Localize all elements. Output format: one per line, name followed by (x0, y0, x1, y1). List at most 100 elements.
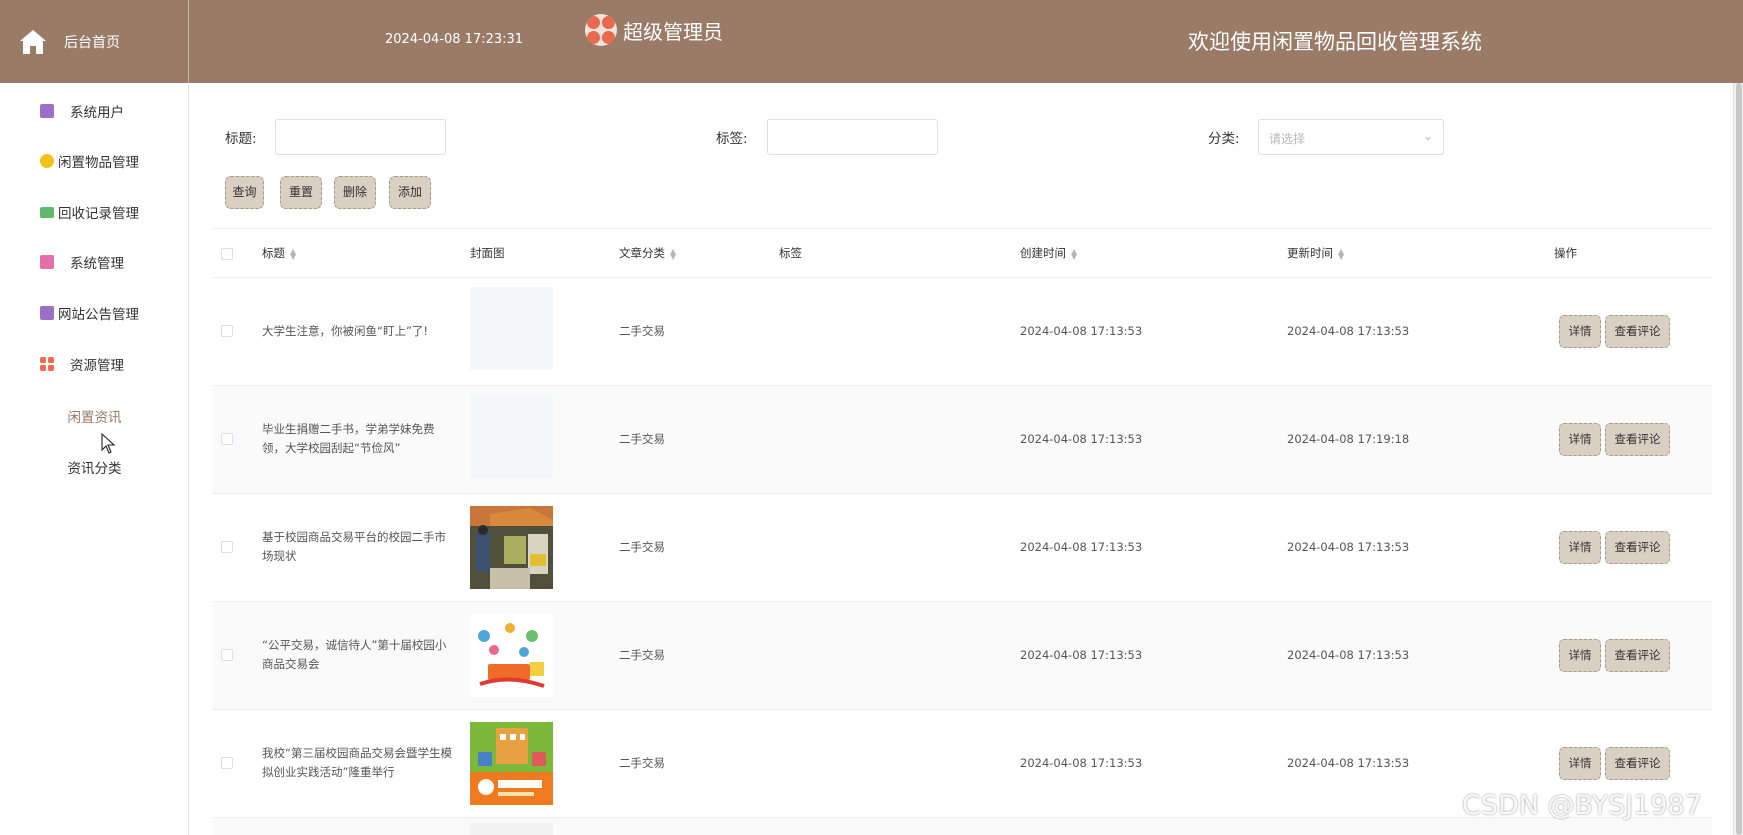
cover-image-partial (470, 823, 553, 835)
sidebar-item-idle-goods[interactable]: 闲置物品管理 (0, 141, 189, 181)
column-header-category[interactable]: 文章分类 ▲ ▼ (619, 245, 676, 261)
user-box-icon (40, 104, 54, 118)
app-root: 后台首页 2024-04-08 17:23:31 超级管理员 欢迎使用闲置物品回… (0, 0, 1743, 835)
chat-bubble-icon (40, 206, 54, 218)
sidebar-item-system-users[interactable]: 系统用户 (0, 91, 189, 131)
sort-icon[interactable]: ▲ ▼ (290, 247, 296, 260)
table-header: 标题 ▲ ▼ 封面图 文章分类 ▲ ▼ 标签 创建时间 ▲ ▼ 更新时间 ▲ ▼ 操作 (212, 228, 1712, 278)
table-row[interactable]: 毕业生捐赠二手书，学弟学妹免费领，大学校园刮起“节俭风” 二手交易 2024-0… (212, 386, 1712, 494)
tag-filter-input[interactable] (767, 119, 938, 155)
row-created: 2024-04-08 17:13:53 (1020, 432, 1143, 446)
row-updated: 2024-04-08 17:13:53 (1287, 648, 1410, 662)
column-header-tag: 标签 (779, 246, 802, 260)
sidebar-item-label: 网站公告管理 (58, 307, 139, 323)
sort-icon[interactable]: ▲ ▼ (1338, 247, 1344, 260)
view-comments-button[interactable]: 查看评论 (1605, 531, 1670, 564)
row-created: 2024-04-08 17:13:53 (1020, 756, 1143, 770)
vertical-scrollbar[interactable] (1733, 83, 1743, 835)
admin-name: 超级管理员 (623, 19, 723, 44)
row-checkbox[interactable] (221, 757, 233, 769)
admin-user[interactable]: 超级管理员 (585, 14, 723, 46)
current-datetime: 2024-04-08 17:23:31 (385, 32, 524, 47)
grid-icon (40, 357, 54, 371)
detail-button[interactable]: 详情 (1559, 531, 1601, 564)
row-checkbox[interactable] (221, 325, 233, 337)
column-created-label: 创建时间 (1020, 246, 1066, 260)
row-checkbox[interactable] (221, 541, 233, 553)
sort-icon[interactable]: ▲ ▼ (670, 247, 676, 260)
sidebar-item-label: 系统管理 (70, 256, 124, 272)
home-icon (20, 29, 46, 54)
notice-box-icon (40, 306, 54, 320)
row-created: 2024-04-08 17:13:53 (1020, 648, 1143, 662)
query-button[interactable]: 查询 (225, 176, 264, 209)
sidebar-subitem-idle-news[interactable]: 闲置资讯 (0, 406, 189, 426)
category-select[interactable]: 请选择 ⌄ (1258, 119, 1444, 155)
table-row[interactable]: 大学生注意，你被闲鱼“盯上”了! 二手交易 2024-04-08 17:13:5… (212, 278, 1712, 386)
column-header-actions: 操作 (1554, 246, 1577, 260)
tag-filter-label: 标签: (716, 131, 748, 147)
system-title: 欢迎使用闲置物品回收管理系统 (1188, 30, 1482, 54)
row-category: 二手交易 (619, 432, 665, 446)
sidebar-item-resources[interactable]: 资源管理 (0, 344, 189, 384)
sidebar-item-site-notice[interactable]: 网站公告管理 (0, 293, 189, 333)
column-header-updated[interactable]: 更新时间 ▲ ▼ (1287, 245, 1344, 261)
view-comments-button[interactable]: 查看评论 (1605, 423, 1670, 456)
view-comments-button[interactable]: 查看评论 (1605, 747, 1670, 780)
row-checkbox[interactable] (221, 649, 233, 661)
table-row[interactable]: 基于校园商品交易平台的校园二手市场现状 二手交易 2024-04-08 17:1… (212, 494, 1712, 602)
view-comments-button[interactable]: 查看评论 (1605, 639, 1670, 672)
gold-coin-icon (40, 154, 54, 168)
row-category: 二手交易 (619, 324, 665, 338)
sidebar-item-label: 回收记录管理 (58, 206, 139, 222)
title-filter-input[interactable] (275, 119, 446, 155)
cover-image-blank (470, 395, 553, 478)
table-row[interactable]: “公平交易，诚信待人”第十届校园小商品交易会 二手交易 2024-04-08 1… (212, 602, 1712, 710)
cover-image-blank (470, 287, 553, 370)
row-checkbox[interactable] (221, 433, 233, 445)
sort-icon[interactable]: ▲ ▼ (1071, 247, 1077, 260)
row-title: 基于校园商品交易平台的校园二手市场现状 (262, 530, 446, 563)
sidebar-item-recycle-records[interactable]: 回收记录管理 (0, 192, 189, 232)
detail-button[interactable]: 详情 (1559, 747, 1601, 780)
column-category-label: 文章分类 (619, 246, 665, 260)
row-updated: 2024-04-08 17:13:53 (1287, 756, 1410, 770)
row-updated: 2024-04-08 17:13:53 (1287, 324, 1410, 338)
detail-button[interactable]: 详情 (1559, 315, 1601, 348)
reset-button[interactable]: 重置 (280, 176, 322, 209)
row-category: 二手交易 (619, 756, 665, 770)
home-label: 后台首页 (64, 34, 120, 51)
scrollbar-thumb[interactable] (1736, 83, 1742, 835)
settings-doc-icon (40, 255, 54, 269)
sidebar-item-system-management[interactable]: 系统管理 (0, 242, 189, 282)
poster-image (470, 722, 553, 805)
chevron-down-icon: ⌄ (1422, 129, 1433, 143)
category-select-placeholder: 请选择 (1269, 132, 1306, 146)
select-all-checkbox[interactable] (221, 248, 233, 260)
delete-button[interactable]: 删除 (334, 176, 376, 209)
sidebar-item-label: 系统用户 (70, 105, 124, 121)
row-updated: 2024-04-08 17:13:53 (1287, 540, 1410, 554)
market-photo-image (470, 506, 553, 589)
mouse-cursor-icon (101, 433, 116, 454)
row-updated: 2024-04-08 17:19:18 (1287, 432, 1410, 446)
title-filter-label: 标题: (225, 131, 257, 147)
column-header-title[interactable]: 标题 ▲ ▼ (262, 245, 296, 261)
home-link[interactable]: 后台首页 (0, 0, 189, 83)
sidebar-subitem-news-category[interactable]: 资讯分类 (0, 457, 189, 477)
column-header-created[interactable]: 创建时间 ▲ ▼ (1020, 245, 1077, 261)
row-created: 2024-04-08 17:13:53 (1020, 540, 1143, 554)
column-updated-label: 更新时间 (1287, 246, 1333, 260)
view-comments-button[interactable]: 查看评论 (1605, 315, 1670, 348)
sidebar: 系统用户 闲置物品管理 回收记录管理 系统管理 网站公告管理 资源管理 闲置资讯… (0, 83, 189, 835)
column-header-cover: 封面图 (470, 246, 505, 260)
row-category: 二手交易 (619, 648, 665, 662)
column-title-label: 标题 (262, 246, 285, 260)
top-header: 后台首页 2024-04-08 17:23:31 超级管理员 欢迎使用闲置物品回… (0, 0, 1743, 83)
detail-button[interactable]: 详情 (1559, 423, 1601, 456)
add-button[interactable]: 添加 (389, 176, 431, 209)
row-title: 大学生注意，你被闲鱼“盯上”了! (262, 324, 429, 338)
watermark: CSDN @BYSJ1987 (1462, 790, 1702, 821)
row-title: 我校“第三届校园商品交易会暨学生模拟创业实践活动”隆重举行 (262, 746, 452, 779)
detail-button[interactable]: 详情 (1559, 639, 1601, 672)
